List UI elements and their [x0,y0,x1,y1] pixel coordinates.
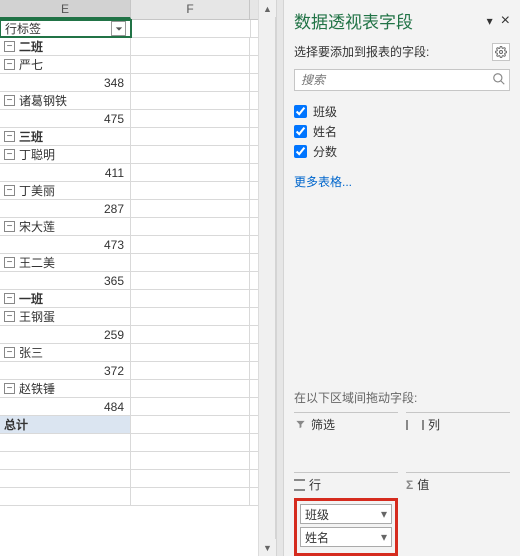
columns-area-label: 列 [428,416,440,433]
collapse-icon[interactable]: − [4,41,15,52]
search-input[interactable] [294,69,510,91]
field-search [294,69,510,91]
filter-area-label: 筛选 [311,416,335,433]
column-headers: E F [0,0,275,20]
worksheet-area: E F 行标签−二班−严七348−诸葛钢铁475−三班−丁聪明411−丁美丽28… [0,0,276,556]
child-row[interactable]: −宋大莲 [0,218,131,235]
field-chip[interactable]: 班级 ▾ [300,504,392,524]
field-item[interactable]: 分数 [294,141,510,161]
columns-area[interactable]: 列 [406,412,510,468]
collapse-icon[interactable]: − [4,383,15,394]
collapse-icon[interactable]: − [4,131,15,142]
child-row[interactable]: −张三 [0,344,131,361]
pivot-table: 行标签−二班−严七348−诸葛钢铁475−三班−丁聪明411−丁美丽287−宋大… [0,20,275,506]
pane-title: 数据透视表字段 [294,8,413,33]
grand-total-row[interactable]: 总计 [0,416,131,433]
child-row[interactable]: −王钢蛋 [0,308,131,325]
areas-grid: 筛选 列 行 班级 ▾ 姓名 ▾ Σ值 [294,412,510,556]
group-row[interactable]: −一班 [0,290,131,307]
value-cell[interactable]: 411 [0,164,131,181]
value-cell[interactable]: 348 [0,74,131,91]
value-cell[interactable]: 475 [0,110,131,127]
empty-cell[interactable] [0,452,131,469]
rows-icon [294,479,305,491]
collapse-icon[interactable]: − [4,221,15,232]
col-header-e[interactable]: E [0,0,131,19]
field-checkbox[interactable] [294,125,307,138]
empty-cell[interactable] [0,434,131,451]
collapse-icon[interactable]: − [4,95,15,106]
field-item[interactable]: 姓名 [294,121,510,141]
child-row[interactable]: −严七 [0,56,131,73]
value-cell[interactable]: 365 [0,272,131,289]
scroll-up-button[interactable]: ▲ [259,0,276,17]
collapse-icon[interactable]: − [4,293,15,304]
areas-hint: 在以下区域间拖动字段: [294,389,510,406]
value-cell[interactable]: 473 [0,236,131,253]
field-label: 分数 [313,143,337,160]
field-label: 班级 [313,103,337,120]
pane-separator[interactable] [276,0,284,556]
rows-area-label: 行 [309,476,321,493]
value-cell[interactable]: 484 [0,398,131,415]
chip-label: 班级 [305,506,329,523]
child-row[interactable]: −王二美 [0,254,131,271]
pane-subtitle: 选择要添加到报表的字段: [294,45,429,59]
values-icon: Σ [406,478,413,492]
field-checkbox[interactable] [294,145,307,158]
values-area-label: 值 [417,476,429,493]
pivot-fields-pane: 数据透视表字段 ▾ × 选择要添加到报表的字段: 班级姓名分数 更多表格... … [284,0,520,556]
group-row[interactable]: −二班 [0,38,131,55]
scroll-down-button[interactable]: ▼ [259,539,276,556]
col-header-f[interactable]: F [131,0,250,19]
more-tables-link[interactable]: 更多表格... [294,173,510,190]
chip-label: 姓名 [305,529,329,546]
child-row[interactable]: −赵铁锤 [0,380,131,397]
group-row[interactable]: −三班 [0,128,131,145]
field-checkbox[interactable] [294,105,307,118]
rows-area[interactable]: 行 班级 ▾ 姓名 ▾ [294,472,398,556]
vertical-scrollbar[interactable]: ▲ ▼ [258,0,275,556]
pane-menu-caret-icon[interactable]: ▾ [487,14,493,28]
filter-area[interactable]: 筛选 [294,412,398,468]
collapse-icon[interactable]: − [4,59,15,70]
collapse-icon[interactable]: − [4,311,15,322]
filter-icon [294,419,307,430]
field-list: 班级姓名分数 [294,101,510,161]
field-item[interactable]: 班级 [294,101,510,121]
pane-close-icon[interactable]: × [501,12,510,30]
columns-icon [406,420,424,430]
gear-icon [495,46,507,58]
child-row[interactable]: −丁美丽 [0,182,131,199]
empty-cell[interactable] [0,488,131,505]
value-cell[interactable]: 259 [0,326,131,343]
fields-settings-button[interactable] [492,43,510,61]
chip-dropdown-icon[interactable]: ▾ [381,530,387,544]
child-row[interactable]: −诸葛钢铁 [0,92,131,109]
value-cell[interactable]: 287 [0,200,131,217]
collapse-icon[interactable]: − [4,257,15,268]
search-icon [492,72,506,89]
field-chip[interactable]: 姓名 ▾ [300,527,392,547]
value-cell[interactable]: 372 [0,362,131,379]
row-labels-cell[interactable]: 行标签 [0,19,132,38]
child-row[interactable]: −丁聪明 [0,146,131,163]
chip-dropdown-icon[interactable]: ▾ [381,507,387,521]
values-area[interactable]: Σ值 [406,472,510,556]
collapse-icon[interactable]: − [4,149,15,160]
filter-dropdown-button[interactable] [111,21,126,36]
collapse-icon[interactable]: − [4,347,15,358]
empty-cell[interactable] [0,470,131,487]
rows-dropzone[interactable]: 班级 ▾ 姓名 ▾ [294,498,398,556]
collapse-icon[interactable]: − [4,185,15,196]
field-label: 姓名 [313,123,337,140]
